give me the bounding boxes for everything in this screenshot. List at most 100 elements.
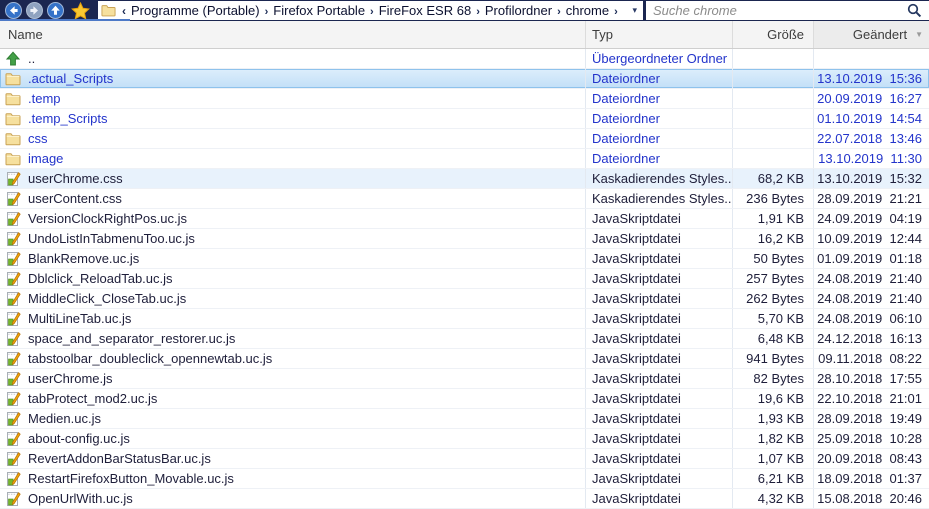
breadcrumb-item[interactable]: Profilordner — [483, 3, 554, 18]
file-row[interactable]: tabProtect_mod2.uc.js JavaSkriptdatei 19… — [0, 389, 929, 409]
script-file-icon — [5, 391, 21, 407]
file-size-cell — [733, 149, 814, 168]
favorites-button[interactable] — [71, 2, 90, 20]
column-header-modified[interactable]: Geändert ▼ — [814, 21, 929, 48]
file-type-cell: Dateiordner — [586, 109, 733, 128]
file-type-cell: JavaSkriptdatei — [586, 489, 733, 508]
column-headers: Name Typ Größe Geändert ▼ — [0, 21, 929, 49]
file-modified-cell: 24.08.2019 21:40 — [814, 269, 929, 288]
file-row[interactable]: space_and_separator_restorer.uc.js JavaS… — [0, 329, 929, 349]
file-name-label: VersionClockRightPos.uc.js — [28, 211, 187, 226]
file-name-cell: UndoListInTabmenuToo.uc.js — [0, 229, 586, 248]
file-type-cell: Übergeordneter Ordner — [586, 49, 733, 68]
file-row[interactable]: .. Übergeordneter Ordner — [0, 49, 929, 69]
file-row[interactable]: .actual_Scripts Dateiordner 13.10.2019 1… — [0, 69, 929, 89]
script-file-icon — [5, 351, 21, 367]
file-modified-cell — [814, 49, 929, 68]
up-button[interactable] — [47, 2, 64, 19]
breadcrumb-separator-icon: › — [554, 6, 564, 18]
column-header-size[interactable]: Größe — [733, 21, 814, 48]
script-file-icon — [5, 331, 21, 347]
file-type-cell: Dateiordner — [586, 129, 733, 148]
file-row[interactable]: Medien.uc.js JavaSkriptdatei 1,93 KB 28.… — [0, 409, 929, 429]
file-type-cell: JavaSkriptdatei — [586, 409, 733, 428]
file-modified-cell: 22.07.2018 13:46 — [814, 129, 929, 148]
file-name-cell: space_and_separator_restorer.uc.js — [0, 329, 586, 348]
file-row[interactable]: about-config.uc.js JavaSkriptdatei 1,82 … — [0, 429, 929, 449]
breadcrumb-item[interactable]: Programme (Portable) — [129, 3, 262, 18]
file-modified-cell: 09.11.2018 08:22 — [814, 349, 929, 368]
script-file-icon — [5, 291, 21, 307]
breadcrumb-item[interactable]: chrome — [564, 3, 611, 18]
file-name-cell: tabstoolbar_doubleclick_opennewtab.uc.js — [0, 349, 586, 368]
file-name-cell: .temp — [0, 89, 586, 108]
column-header-type[interactable]: Typ — [586, 21, 733, 48]
file-size-cell: 82 Bytes — [733, 369, 814, 388]
file-modified-cell: 24.12.2018 16:13 — [814, 329, 929, 348]
file-name-cell: OpenUrlWith.uc.js — [0, 489, 586, 508]
file-row[interactable]: userChrome.js JavaSkriptdatei 82 Bytes 2… — [0, 369, 929, 389]
address-bar[interactable]: ‹ Programme (Portable)›Firefox Portable›… — [98, 1, 643, 20]
breadcrumb-item[interactable]: Firefox Portable — [271, 3, 367, 18]
file-modified-cell: 22.10.2018 21:01 — [814, 389, 929, 408]
file-row[interactable]: css Dateiordner 22.07.2018 13:46 — [0, 129, 929, 149]
arrow-right-circle-icon — [26, 2, 43, 19]
file-row[interactable]: userChrome.css Kaskadierendes Styles... … — [0, 169, 929, 189]
file-row[interactable]: UndoListInTabmenuToo.uc.js JavaSkriptdat… — [0, 229, 929, 249]
file-row[interactable]: VersionClockRightPos.uc.js JavaSkriptdat… — [0, 209, 929, 229]
file-row[interactable]: RevertAddonBarStatusBar.uc.js JavaSkript… — [0, 449, 929, 469]
back-button[interactable] — [5, 2, 22, 19]
search-input[interactable] — [646, 3, 907, 18]
file-row[interactable]: BlankRemove.uc.js JavaSkriptdatei 50 Byt… — [0, 249, 929, 269]
file-explorer-window: { "toolbar": { "icons": { "back": "arrow… — [0, 0, 929, 509]
file-name-label: OpenUrlWith.uc.js — [28, 491, 133, 506]
file-name-label: .temp — [28, 91, 61, 106]
file-row[interactable]: Dblclick_ReloadTab.uc.js JavaSkriptdatei… — [0, 269, 929, 289]
forward-button[interactable] — [26, 2, 43, 19]
search-box[interactable] — [646, 1, 929, 20]
file-modified-cell: 10.09.2019 12:44 — [814, 229, 929, 248]
file-row[interactable]: tabstoolbar_doubleclick_opennewtab.uc.js… — [0, 349, 929, 369]
address-folder-icon — [101, 3, 116, 18]
file-row[interactable]: .temp_Scripts Dateiordner 01.10.2019 14:… — [0, 109, 929, 129]
file-modified-cell: 28.10.2018 17:55 — [814, 369, 929, 388]
file-name-label: MiddleClick_CloseTab.uc.js — [28, 291, 186, 306]
file-row[interactable]: userContent.css Kaskadierendes Styles...… — [0, 189, 929, 209]
file-name-label: MultiLineTab.uc.js — [28, 311, 131, 326]
file-row[interactable]: OpenUrlWith.uc.js JavaSkriptdatei 4,32 K… — [0, 489, 929, 509]
file-type-cell: JavaSkriptdatei — [586, 309, 733, 328]
file-size-cell: 68,2 KB — [733, 169, 814, 188]
file-row[interactable]: .temp Dateiordner 20.09.2019 16:27 — [0, 89, 929, 109]
file-name-label: tabProtect_mod2.uc.js — [28, 391, 157, 406]
file-modified-cell: 24.08.2019 21:40 — [814, 289, 929, 308]
file-size-cell — [733, 49, 814, 68]
column-header-name[interactable]: Name — [0, 21, 586, 48]
file-name-label: css — [28, 131, 48, 146]
file-modified-cell: 18.09.2018 01:37 — [814, 469, 929, 488]
file-size-cell: 941 Bytes — [733, 349, 814, 368]
folder-icon — [5, 71, 21, 87]
file-size-cell — [733, 109, 814, 128]
file-row[interactable]: MultiLineTab.uc.js JavaSkriptdatei 5,70 … — [0, 309, 929, 329]
file-size-cell: 6,48 KB — [733, 329, 814, 348]
file-name-cell: css — [0, 129, 586, 148]
file-type-cell: Dateiordner — [586, 89, 733, 108]
breadcrumb-item[interactable]: FireFox ESR 68 — [377, 3, 473, 18]
file-row[interactable]: RestartFirefoxButton_Movable.uc.js JavaS… — [0, 469, 929, 489]
file-name-cell: RevertAddonBarStatusBar.uc.js — [0, 449, 586, 468]
breadcrumb-overflow-chevron[interactable]: ‹ — [118, 4, 129, 18]
folder-icon — [5, 131, 21, 147]
folder-icon — [5, 111, 21, 127]
file-size-cell: 4,32 KB — [733, 489, 814, 508]
file-modified-cell: 13.10.2019 11:30 — [814, 149, 929, 168]
address-dropdown-button[interactable]: ▾ — [632, 5, 639, 16]
file-type-cell: JavaSkriptdatei — [586, 249, 733, 268]
file-size-cell: 1,93 KB — [733, 409, 814, 428]
script-file-icon — [5, 431, 21, 447]
file-row[interactable]: image Dateiordner 13.10.2019 11:30 — [0, 149, 929, 169]
file-row[interactable]: MiddleClick_CloseTab.uc.js JavaSkriptdat… — [0, 289, 929, 309]
file-size-cell: 236 Bytes — [733, 189, 814, 208]
search-icon[interactable] — [907, 3, 922, 18]
file-modified-cell: 13.10.2019 15:32 — [814, 169, 929, 188]
toolbar: ‹ Programme (Portable)›Firefox Portable›… — [0, 0, 929, 21]
